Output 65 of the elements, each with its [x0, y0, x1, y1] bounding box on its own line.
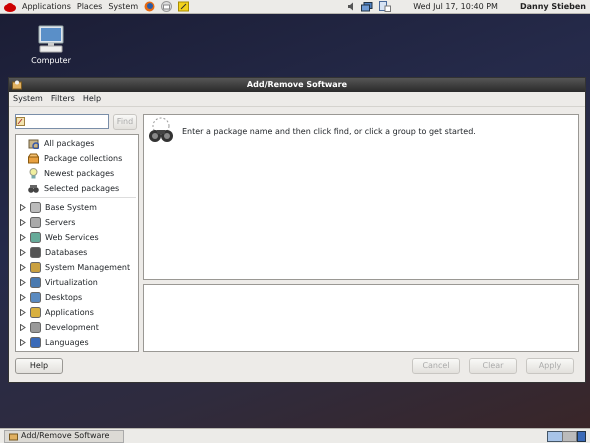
user-name[interactable]: Danny Stieben: [520, 0, 586, 12]
update-icon[interactable]: [379, 1, 392, 12]
category-icon: [30, 307, 41, 318]
panel-menu[interactable]: System: [108, 0, 138, 12]
category-icon: [30, 202, 41, 213]
expander-icon[interactable]: [19, 234, 26, 241]
hat-icon[interactable]: [4, 2, 16, 12]
workspace-icon[interactable]: [547, 430, 577, 442]
window-title: Add/Remove Software: [246, 79, 348, 91]
taskbar-button[interactable]: Add/Remove Software: [4, 430, 124, 442]
binoculars-icon: [148, 117, 174, 143]
expander-icon[interactable]: [19, 339, 26, 346]
mail-icon[interactable]: [161, 1, 172, 12]
group-item[interactable]: Selected packages: [16, 181, 138, 196]
category-label[interactable]: Base System: [45, 202, 97, 214]
category-label[interactable]: Web Services: [45, 232, 99, 244]
computer-icon[interactable]: [37, 25, 65, 53]
menu-item[interactable]: Filters: [50, 93, 75, 105]
binoculars-icon: [28, 183, 39, 194]
icon-label[interactable]: Computer: [31, 55, 71, 67]
note-icon[interactable]: [178, 1, 190, 12]
category-icon: [30, 277, 41, 288]
network-icon[interactable]: [361, 2, 374, 12]
dialog-button[interactable]: Help: [15, 358, 63, 374]
expander-icon[interactable]: [19, 219, 26, 226]
category-icon: [30, 217, 41, 228]
speaker-icon[interactable]: [347, 2, 356, 11]
menu-item[interactable]: Help: [82, 93, 102, 105]
category-label[interactable]: Databases: [45, 246, 88, 258]
menu-item[interactable]: System: [13, 93, 43, 105]
expander-icon[interactable]: [19, 294, 26, 301]
group-item[interactable]: All packages: [16, 136, 138, 151]
group-item[interactable]: Package collections: [16, 151, 138, 166]
expander-icon[interactable]: [19, 324, 26, 331]
expander-icon[interactable]: [19, 249, 26, 256]
package-icon[interactable]: [12, 80, 22, 90]
hint-text: Enter a package name and then click find, or click a group to get started.: [182, 126, 476, 138]
expander-icon[interactable]: [19, 204, 26, 211]
edit-icon: [16, 117, 25, 126]
box-icon: [28, 153, 39, 164]
category-icon: [30, 322, 41, 333]
search-field[interactable]: [15, 114, 109, 129]
category-icon: [30, 292, 41, 303]
category-icon: [30, 232, 41, 243]
group-item[interactable]: Newest packages: [16, 166, 138, 181]
category-label[interactable]: Servers: [45, 216, 76, 228]
category-label[interactable]: Virtualization: [45, 276, 98, 288]
category-label[interactable]: Development: [45, 322, 99, 334]
package-icon: [9, 432, 18, 440]
bulb-icon: [28, 168, 39, 179]
category-icon: [30, 337, 41, 348]
category-label[interactable]: Languages: [45, 336, 89, 348]
category-label[interactable]: System Management: [45, 262, 130, 274]
category-icon: [30, 247, 41, 258]
expander-icon[interactable]: [19, 264, 26, 271]
category-label[interactable]: Applications: [45, 306, 94, 318]
expander-icon[interactable]: [19, 309, 26, 316]
panel-menu[interactable]: Applications: [22, 0, 71, 12]
panel-menu[interactable]: Places: [76, 0, 102, 12]
category-icon: [30, 262, 41, 273]
category-label[interactable]: Desktops: [45, 292, 82, 304]
packages-icon: [28, 138, 39, 149]
expander-icon[interactable]: [19, 279, 26, 286]
globe-icon[interactable]: [144, 1, 156, 12]
clock[interactable]: Wed Jul 17, 10:40 PM: [413, 0, 498, 12]
